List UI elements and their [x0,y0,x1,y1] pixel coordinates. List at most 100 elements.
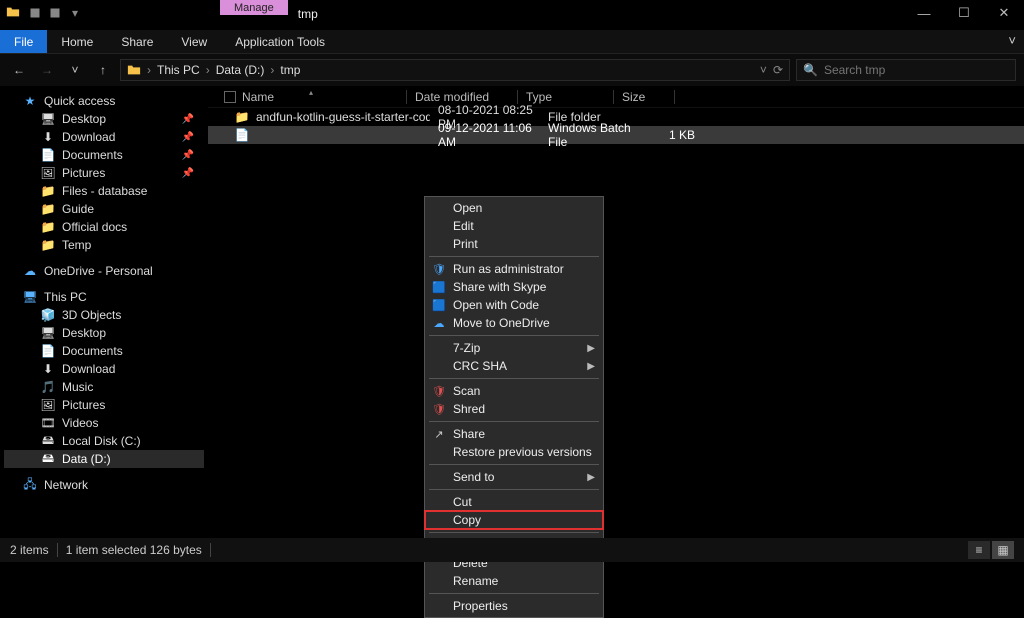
sidebar-network[interactable]: 🖧 Network [4,476,204,494]
title-bar: ▾ Manage tmp — ☐ ✕ [0,0,1024,30]
window-folder-icon [6,5,22,21]
view-large-icons-button[interactable]: ▦ [992,541,1014,559]
sidebar-item-pc-1[interactable]: 🖥Desktop [4,324,204,342]
tab-share[interactable]: Share [107,30,167,53]
close-button[interactable]: ✕ [984,0,1024,26]
sidebar-onedrive[interactable]: ☁ OneDrive - Personal [4,262,204,280]
context-menu-rename[interactable]: Rename [425,572,603,590]
search-input[interactable] [824,63,1009,77]
contextual-tab-manage: Manage [220,0,288,15]
context-menu-shred[interactable]: 🛡Shred [425,400,603,418]
sidebar-item-pc-0[interactable]: 🧊3D Objects [4,306,204,324]
ribbon-collapse-icon[interactable]: ˅ [1008,33,1016,48]
back-button[interactable]: ← [8,59,30,81]
minimize-button[interactable]: — [904,0,944,26]
sidebar-item-qa-2[interactable]: 📄Documents📌 [4,146,204,164]
context-menu-crc-sha[interactable]: CRC SHA▶ [425,357,603,375]
tab-application-tools[interactable]: Application Tools [221,30,339,53]
sidebar-item-pc-2[interactable]: 📄Documents [4,342,204,360]
breadcrumb-this-pc[interactable]: This PC [157,63,200,77]
chevron-right-icon[interactable]: › [147,63,151,77]
status-bar: 2 items 1 item selected 126 bytes ≡ ▦ [0,538,1024,562]
column-headers: Name ▴ Date modified Type Size [208,86,1024,108]
chevron-right-icon[interactable]: › [206,63,210,77]
context-menu-separator [429,378,599,379]
music-icon: 🎵 [40,379,56,395]
column-header-date[interactable]: Date modified [407,90,517,104]
sidebar-this-pc[interactable]: 🖥 This PC [4,288,204,306]
column-header-type[interactable]: Type [518,90,613,104]
sidebar-item-qa-0[interactable]: 🖥Desktop📌 [4,110,204,128]
sidebar-item-qa-1[interactable]: ⬇Download📌 [4,128,204,146]
shield-icon: 🛡 [431,261,447,277]
refresh-icon[interactable]: ⟳ [773,63,783,77]
folder-icon: 📁 [40,201,56,217]
view-details-button[interactable]: ≡ [968,541,990,559]
sidebar-item-pc-3[interactable]: ⬇Download [4,360,204,378]
tab-home[interactable]: Home [47,30,107,53]
skype-icon: 🟦 [431,279,447,295]
context-menu-send-to[interactable]: Send to▶ [425,468,603,486]
maximize-button[interactable]: ☐ [944,0,984,26]
search-box[interactable]: 🔍 [796,59,1016,81]
context-menu-7-zip[interactable]: 7-Zip▶ [425,339,603,357]
context-menu-separator [429,256,599,257]
recent-dropdown[interactable]: ˅ [64,59,86,81]
videos-icon: 🎞 [40,415,56,431]
sidebar-item-pc-4[interactable]: 🎵Music [4,378,204,396]
context-menu-cut[interactable]: Cut [425,493,603,511]
breadcrumb-folder[interactable]: tmp [280,63,300,77]
context-menu-separator [429,464,599,465]
context-menu-properties[interactable]: Properties [425,597,603,615]
context-menu-move-to-onedrive[interactable]: ☁Move to OneDrive [425,314,603,332]
cloud-icon: ☁ [22,263,38,279]
folder-icon: 📁 [40,237,56,253]
context-menu-copy[interactable]: Copy [425,511,603,529]
context-menu-scan[interactable]: 🛡Scan [425,382,603,400]
tab-view[interactable]: View [167,30,221,53]
pin-icon: 📌 [182,168,194,179]
context-menu-open-with-code[interactable]: 🟦Open with Code [425,296,603,314]
qat-button-1[interactable] [26,4,44,22]
context-menu-print[interactable]: Print [425,235,603,253]
address-dropdown-icon[interactable]: ˅ [760,63,767,77]
navigation-pane: ★ Quick access 🖥Desktop📌⬇Download📌📄Docum… [0,86,208,538]
desktop-icon: 🖥 [40,325,56,341]
network-icon: 🖧 [22,477,38,493]
context-menu-open[interactable]: Open [425,199,603,217]
cloud-icon: ☁ [431,315,447,331]
sidebar-item-pc-7[interactable]: 🖴Local Disk (C:) [4,432,204,450]
sidebar-item-qa-3[interactable]: 🖼Pictures📌 [4,164,204,182]
breadcrumb-drive[interactable]: Data (D:) [216,63,265,77]
sidebar-item-qa-6[interactable]: 📁Official docs [4,218,204,236]
qat-button-2[interactable] [46,4,64,22]
navigation-bar: ← → ˅ ↑ › This PC › Data (D:) › tmp ˅ ⟳ … [0,54,1024,86]
context-menu-share-with-skype[interactable]: 🟦Share with Skype [425,278,603,296]
context-menu-restore-previous-versions[interactable]: Restore previous versions [425,443,603,461]
file-icon: 📄 [234,128,250,142]
file-row-1[interactable]: 📄09-12-2021 11:06 AMWindows Batch File1 … [208,126,1024,144]
chevron-right-icon: ▶ [587,361,595,372]
column-header-size[interactable]: Size [614,90,674,104]
address-folder-icon [127,63,141,77]
sidebar-quick-access[interactable]: ★ Quick access [4,92,204,110]
address-bar[interactable]: › This PC › Data (D:) › tmp ˅ ⟳ [120,59,790,81]
context-menu-edit[interactable]: Edit [425,217,603,235]
qat-dropdown[interactable]: ▾ [66,4,84,22]
up-button[interactable]: ↑ [92,59,114,81]
context-menu-share[interactable]: ↗Share [425,425,603,443]
sidebar-item-pc-6[interactable]: 🎞Videos [4,414,204,432]
forward-button[interactable]: → [36,59,58,81]
sidebar-item-pc-5[interactable]: 🖼Pictures [4,396,204,414]
column-header-name[interactable]: Name ▴ [216,90,406,104]
sidebar-item-pc-8[interactable]: 🖴Data (D:) [4,450,204,468]
ribbon-tabs: File Home Share View Application Tools ˅ [0,30,1024,54]
sidebar-item-qa-7[interactable]: 📁Temp [4,236,204,254]
select-all-checkbox[interactable] [224,91,236,103]
tab-file[interactable]: File [0,30,47,53]
context-menu-run-as-administrator[interactable]: 🛡Run as administrator [425,260,603,278]
pin-icon: 📌 [182,132,194,143]
chevron-right-icon[interactable]: › [270,63,274,77]
sidebar-item-qa-5[interactable]: 📁Guide [4,200,204,218]
sidebar-item-qa-4[interactable]: 📁Files - database [4,182,204,200]
